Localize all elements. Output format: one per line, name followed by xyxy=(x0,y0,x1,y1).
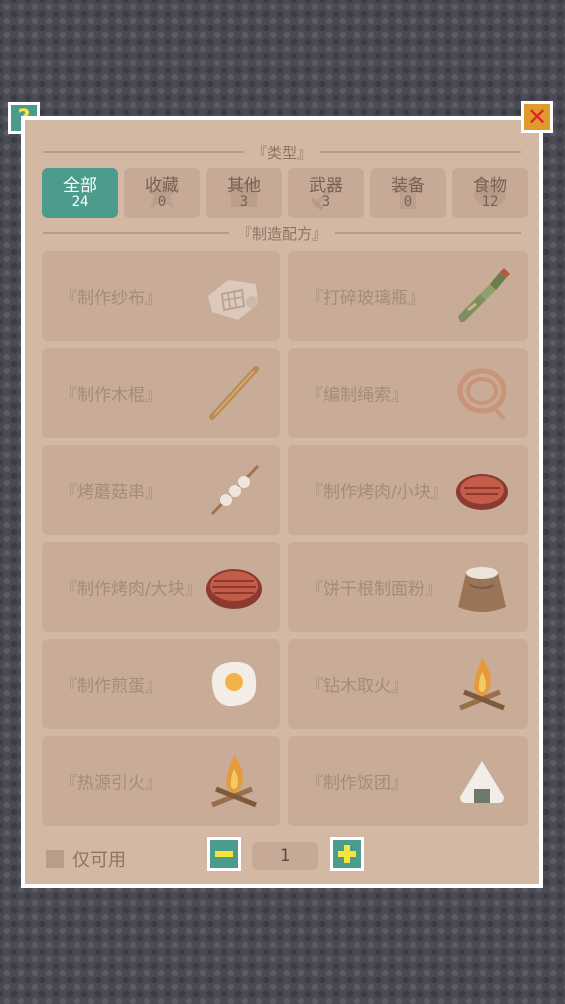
big-meat-icon xyxy=(206,569,262,609)
recipe-label: 『制作烤肉/小块』 xyxy=(306,482,448,503)
recipe-card[interactable]: 『编制绳索』 xyxy=(288,348,528,438)
only-available-toggle[interactable]: 仅可用 xyxy=(46,846,126,872)
gauze-icon xyxy=(208,280,258,320)
tab-label: 全部 xyxy=(63,175,97,196)
tab-label: 食物 xyxy=(473,175,507,196)
fried-egg-icon xyxy=(211,661,257,707)
meat-icon xyxy=(456,474,508,510)
recipe-label: 『制作纱布』 xyxy=(60,288,162,309)
type-section-header: 『类型』 xyxy=(43,142,522,162)
bottle-icon xyxy=(458,268,510,322)
tab-count: 0 xyxy=(403,193,413,210)
recipe-label: 『制作木棍』 xyxy=(60,385,162,406)
tab-all[interactable]: 全部 24 xyxy=(42,168,118,218)
tab-label: 装备 xyxy=(391,175,425,196)
tab-count: 0 xyxy=(157,193,167,210)
stick-icon xyxy=(209,366,259,420)
tab-weapons[interactable]: 武器 3 xyxy=(288,168,364,218)
recipe-label: 『饼干根制面粉』 xyxy=(306,579,442,600)
recipe-card[interactable]: 『热源引火』 xyxy=(42,736,280,826)
tab-label: 武器 xyxy=(309,175,343,196)
recipe-card[interactable]: 『打碎玻璃瓶』 xyxy=(288,251,528,341)
minus-icon xyxy=(215,851,233,857)
close-button[interactable]: ✕ xyxy=(521,101,553,133)
only-available-label: 仅可用 xyxy=(72,850,126,871)
recipe-card[interactable]: 『钻木取火』 xyxy=(288,639,528,729)
crafting-panel: 『类型』 全部 24 收藏 0 其他 3 武器 3 装备 0 食物 12 『制造… xyxy=(21,116,543,888)
divider xyxy=(43,232,229,234)
tab-favorites[interactable]: 收藏 0 xyxy=(124,168,200,218)
increase-quantity-button[interactable] xyxy=(330,837,364,871)
category-tabs: 全部 24 收藏 0 其他 3 武器 3 装备 0 食物 12 xyxy=(42,168,528,218)
recipe-section-header: 『制造配方』 xyxy=(43,223,522,243)
tab-count: 3 xyxy=(321,193,331,210)
only-available-checkbox[interactable] xyxy=(46,850,64,868)
recipe-label: 『编制绳索』 xyxy=(306,385,408,406)
tab-label: 收藏 xyxy=(145,175,179,196)
recipe-label: 『烤蘑菇串』 xyxy=(60,482,162,503)
tab-count: 24 xyxy=(71,193,89,210)
recipe-card[interactable]: 『制作烤肉/大块』 xyxy=(42,542,280,632)
recipe-card[interactable]: 『烤蘑菇串』 xyxy=(42,445,280,535)
rope-icon xyxy=(457,368,507,421)
tab-equipment[interactable]: 装备 0 xyxy=(370,168,446,218)
recipe-card[interactable]: 『制作饭团』 xyxy=(288,736,528,826)
tab-count: 12 xyxy=(481,193,499,210)
recipe-label: 『打碎玻璃瓶』 xyxy=(306,288,425,309)
recipe-card[interactable]: 『饼干根制面粉』 xyxy=(288,542,528,632)
mushroom-skewer-icon xyxy=(210,464,260,516)
tab-other[interactable]: 其他 3 xyxy=(206,168,282,218)
recipe-card[interactable]: 『制作木棍』 xyxy=(42,348,280,438)
rice-ball-icon xyxy=(460,761,504,803)
recipe-label: 『热源引火』 xyxy=(60,773,162,794)
recipe-card[interactable]: 『制作纱布』 xyxy=(42,251,280,341)
divider xyxy=(335,232,522,234)
type-section-title: 『类型』 xyxy=(252,143,313,162)
campfire-icon xyxy=(459,658,505,711)
recipe-grid: 『制作纱布』 『打碎玻璃瓶』 『制作木棍』 『编制绳索』 『烤蘑菇串』 『制作烤… xyxy=(42,251,529,826)
decrease-quantity-button[interactable] xyxy=(207,837,241,871)
recipe-label: 『制作烤肉/大块』 xyxy=(60,579,202,600)
campfire-icon xyxy=(211,755,257,808)
divider xyxy=(43,151,244,153)
quantity-display: 1 xyxy=(252,842,318,870)
recipe-label: 『钻木取火』 xyxy=(306,676,408,697)
recipe-label: 『制作煎蛋』 xyxy=(60,676,162,697)
recipe-label: 『制作饭团』 xyxy=(306,773,408,794)
tab-label: 其他 xyxy=(227,175,261,196)
recipe-card[interactable]: 『制作烤肉/小块』 xyxy=(288,445,528,535)
flour-sack-icon xyxy=(458,567,506,612)
plus-icon xyxy=(338,845,356,863)
close-icon: ✕ xyxy=(526,103,548,131)
tab-count: 3 xyxy=(239,193,249,210)
recipe-card[interactable]: 『制作煎蛋』 xyxy=(42,639,280,729)
divider xyxy=(320,151,522,153)
tab-food[interactable]: 食物 12 xyxy=(452,168,528,218)
recipe-section-title: 『制造配方』 xyxy=(237,224,328,243)
